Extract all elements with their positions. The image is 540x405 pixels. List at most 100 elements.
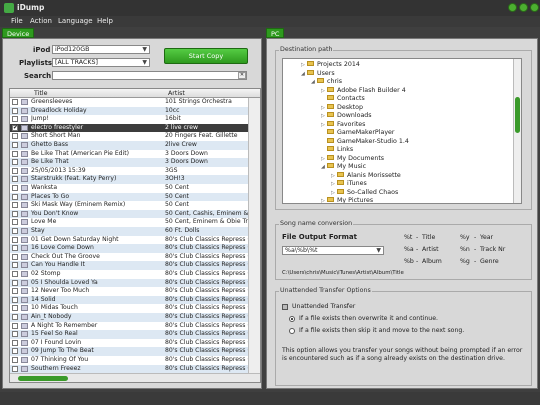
track-row[interactable]: 14 Solid 80's Club Classics Repress (Dis xyxy=(10,295,248,305)
track-row[interactable]: Stay 60 Ft. Dolls xyxy=(10,227,248,236)
column-title[interactable]: Title xyxy=(34,90,48,97)
tree-node[interactable]: GameMakerPlayer xyxy=(321,129,395,137)
track-row[interactable]: Check Out The Groove 80's Club Classics R… xyxy=(10,253,248,262)
track-checkbox[interactable] xyxy=(12,322,18,329)
track-checkbox[interactable] xyxy=(12,193,18,200)
track-row[interactable]: Ghetto Bass 2live Crew xyxy=(10,141,248,150)
tree-node[interactable]: ▷ Downloads xyxy=(321,112,372,120)
unattended-checkbox[interactable] xyxy=(282,304,288,310)
track-checkbox[interactable] xyxy=(12,236,18,243)
track-checkbox[interactable] xyxy=(12,288,18,295)
column-artist[interactable]: Artist xyxy=(168,90,185,97)
track-row[interactable]: 02 Stomp 80's Club Classics Repress (Dis xyxy=(10,270,248,279)
track-checkbox[interactable] xyxy=(12,99,18,105)
track-checkbox[interactable] xyxy=(12,150,18,157)
skip-radio[interactable] xyxy=(289,328,295,334)
track-checkbox[interactable]: ✔ xyxy=(12,124,18,131)
track-row[interactable]: Ski Mask Way (Eminem Remix) 50 Cent xyxy=(10,201,248,210)
maximize-button[interactable] xyxy=(519,3,528,12)
tree-node[interactable]: GameMaker-Studio 1.4 xyxy=(321,137,409,146)
track-checkbox[interactable] xyxy=(12,271,18,277)
track-row[interactable]: Can You Handle It 80's Club Classics Repr… xyxy=(10,261,248,270)
track-checkbox[interactable] xyxy=(12,357,18,363)
track-checkbox[interactable] xyxy=(12,116,18,123)
track-row[interactable]: Short Short Man 20 Fingers Feat. Gillette xyxy=(10,132,248,141)
track-row[interactable]: Be Like That 3 Doors Down xyxy=(10,158,248,167)
track-checkbox[interactable] xyxy=(12,305,18,312)
tab-device[interactable]: Device xyxy=(2,28,35,38)
track-row[interactable]: You Don't Know 50 Cent, Cashis, Eminem & … xyxy=(10,209,248,219)
tree-node[interactable]: ▷ Desktop xyxy=(321,103,363,112)
track-checkbox[interactable] xyxy=(12,202,18,209)
menu-help[interactable]: Help xyxy=(97,17,113,25)
tab-pc[interactable]: PC xyxy=(266,28,285,38)
tree-scrollbar-thumb[interactable] xyxy=(515,97,520,133)
track-checkbox[interactable] xyxy=(12,348,18,355)
track-row[interactable]: Love Me 50 Cent, Eminem & Obie Trice xyxy=(10,218,248,227)
search-input[interactable] xyxy=(52,71,247,80)
track-row[interactable]: Ain_t Nobody 80's Club Classics Repress (… xyxy=(10,313,248,322)
track-row[interactable]: ✔ electro freestyler 2 live crew xyxy=(10,123,248,133)
track-checkbox[interactable] xyxy=(12,262,18,269)
track-row[interactable]: Wanksta 50 Cent xyxy=(10,184,248,193)
overwrite-radio[interactable] xyxy=(289,316,295,322)
tree-node[interactable]: Links xyxy=(321,146,353,154)
tree-node[interactable]: ▷ Projects 2014 xyxy=(301,61,360,69)
output-format-select[interactable]: %a\%b\%t ▼ xyxy=(282,246,384,255)
track-checkbox[interactable] xyxy=(12,365,18,372)
track-checkbox[interactable] xyxy=(12,331,18,338)
track-row[interactable]: 01 Get Down Saturday Night 80's Club Clas… xyxy=(10,236,248,245)
track-checkbox[interactable] xyxy=(12,296,18,303)
track-checkbox[interactable] xyxy=(12,279,18,286)
track-checkbox[interactable] xyxy=(12,185,18,191)
tree-node[interactable]: ▷ My Pictures xyxy=(321,197,373,203)
tree-node[interactable]: ◢ Users xyxy=(301,69,335,78)
tree-node[interactable]: ▷ So-Called Chaos xyxy=(331,188,398,197)
track-row[interactable]: 07 I Found Lovin 80's Club Classics Repre… xyxy=(10,339,248,348)
menu-file[interactable]: File xyxy=(11,17,23,25)
tree-node[interactable]: ◢ chris xyxy=(311,78,342,86)
track-row[interactable]: Be Like That (American Pie Edit) 3 Doors … xyxy=(10,150,248,159)
ipod-select[interactable]: iPod120GB ▼ xyxy=(52,45,150,54)
track-checkbox[interactable] xyxy=(12,133,18,140)
tree-node[interactable]: ▷ iTunes xyxy=(331,180,367,188)
track-row[interactable]: Southern Freeez 80's Club Classics Repres… xyxy=(10,364,248,374)
track-row[interactable]: 16 Love Come Down 80's Club Classics Repr… xyxy=(10,244,248,253)
track-row[interactable]: 25/05/2013 15:39 3GS xyxy=(10,167,248,176)
track-row[interactable]: 12 Never Too Much 80's Club Classics Repr… xyxy=(10,287,248,296)
menu-action[interactable]: Action xyxy=(30,17,52,25)
track-row[interactable]: Dreadlock Holiday 10cc xyxy=(10,106,248,116)
track-checkbox[interactable] xyxy=(12,176,18,183)
track-checkbox[interactable] xyxy=(12,314,18,320)
track-row[interactable]: 07 Thinking Of You 80's Club Classics Rep… xyxy=(10,356,248,365)
track-row[interactable]: 15 Feel So Real 80's Club Classics Repres… xyxy=(10,330,248,339)
scrollbar-thumb[interactable] xyxy=(18,376,68,381)
tree-node[interactable]: ▷ Alanis Morissette xyxy=(331,171,401,180)
minimize-button[interactable] xyxy=(508,3,517,12)
track-checkbox[interactable] xyxy=(12,142,18,148)
folder-tree[interactable]: ▷ Projects 2014 ◢ Users ◢ chris ▷ Adobe Flash B… xyxy=(282,58,522,204)
track-checkbox[interactable] xyxy=(12,167,18,174)
track-checkbox[interactable] xyxy=(12,210,18,217)
track-checkbox[interactable] xyxy=(12,245,18,252)
vertical-scrollbar[interactable] xyxy=(248,98,260,374)
playlists-select[interactable]: [ALL TRACKS] ▼ xyxy=(52,58,150,67)
track-row[interactable]: Greensleeves 101 Strings Orchestra xyxy=(10,98,248,107)
track-row[interactable]: Starstrukk (feat. Katy Perry) 3OH!3 xyxy=(10,175,248,184)
track-checkbox[interactable] xyxy=(12,107,18,114)
track-checkbox[interactable] xyxy=(12,159,18,166)
start-copy-button[interactable]: Start Copy xyxy=(164,48,248,64)
horizontal-scrollbar[interactable] xyxy=(10,373,260,382)
track-row[interactable]: 10 Midas Touch 80's Club Classics Repress… xyxy=(10,304,248,313)
tree-node[interactable]: ◢ My Music xyxy=(321,163,366,171)
track-row[interactable]: Jump! 16bit xyxy=(10,115,248,124)
clear-search-icon[interactable]: ✕ xyxy=(238,72,246,79)
track-checkbox[interactable] xyxy=(12,253,18,260)
tree-node[interactable]: ▷ My Documents xyxy=(321,154,384,163)
tree-scrollbar[interactable] xyxy=(513,59,521,203)
menu-language[interactable]: Language xyxy=(58,17,93,25)
track-row[interactable]: Places To Go 50 Cent xyxy=(10,192,248,202)
track-row[interactable]: 05 I Shoulda Loved Ya 80's Club Classics … xyxy=(10,278,248,288)
track-row[interactable]: 09 Jump To The Beat 80's Club Classics Re… xyxy=(10,347,248,356)
tree-node[interactable]: Contacts xyxy=(321,95,365,103)
